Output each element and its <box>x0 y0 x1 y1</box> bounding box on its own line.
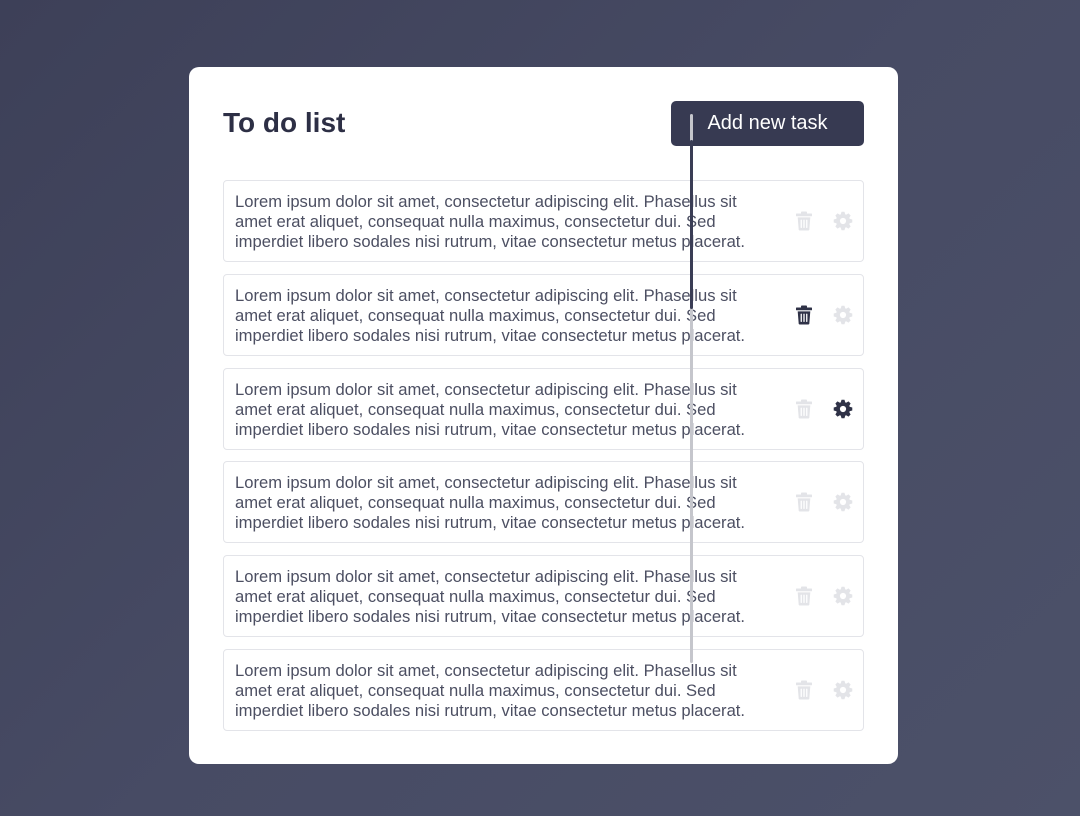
task-text: Lorem ipsum dolor sit amet, consectetur … <box>235 661 746 720</box>
trash-icon[interactable] <box>792 490 816 514</box>
gear-icon[interactable] <box>831 678 855 702</box>
task-text: Lorem ipsum dolor sit amet, consectetur … <box>235 473 746 533</box>
task-item[interactable]: Lorem ipsum dolor sit amet, consectetur … <box>223 180 864 262</box>
page-title: To do list <box>223 107 346 138</box>
gear-icon[interactable] <box>831 209 855 233</box>
task-item[interactable]: Lorem ipsum dolor sit amet, consectetur … <box>223 461 864 544</box>
trash-icon[interactable] <box>792 303 816 327</box>
task-text: Lorem ipsum dolor sit amet, consectetur … <box>235 567 746 627</box>
task-item[interactable]: Lorem ipsum dolor sit amet, consectetur … <box>223 555 864 638</box>
trash-icon[interactable] <box>792 678 816 702</box>
trash-icon[interactable] <box>792 209 816 233</box>
task-text: Lorem ipsum dolor sit amet, consectetur … <box>235 379 746 439</box>
task-item[interactable]: Lorem ipsum dolor sit amet, consectetur … <box>223 367 864 450</box>
gear-icon[interactable] <box>831 303 855 327</box>
scrollbar-thumb[interactable] <box>690 140 693 309</box>
task-text: Lorem ipsum dolor sit amet, consectetur … <box>235 285 746 345</box>
trash-icon[interactable] <box>792 584 816 608</box>
add-task-button[interactable]: Add new task <box>671 101 864 146</box>
trash-icon[interactable] <box>792 397 816 421</box>
gear-icon[interactable] <box>831 584 855 608</box>
task-item[interactable]: Lorem ipsum dolor sit amet, consectetur … <box>223 273 864 356</box>
task-text: Lorem ipsum dolor sit amet, consectetur … <box>235 192 746 251</box>
todo-card: To do list Add new task Lorem ipsum dolo… <box>189 67 898 764</box>
task-list[interactable]: Lorem ipsum dolor sit amet, consectetur … <box>223 180 864 731</box>
gear-icon[interactable] <box>831 490 855 514</box>
task-item[interactable]: Lorem ipsum dolor sit amet, consectetur … <box>223 649 864 731</box>
gear-icon[interactable] <box>831 397 855 421</box>
